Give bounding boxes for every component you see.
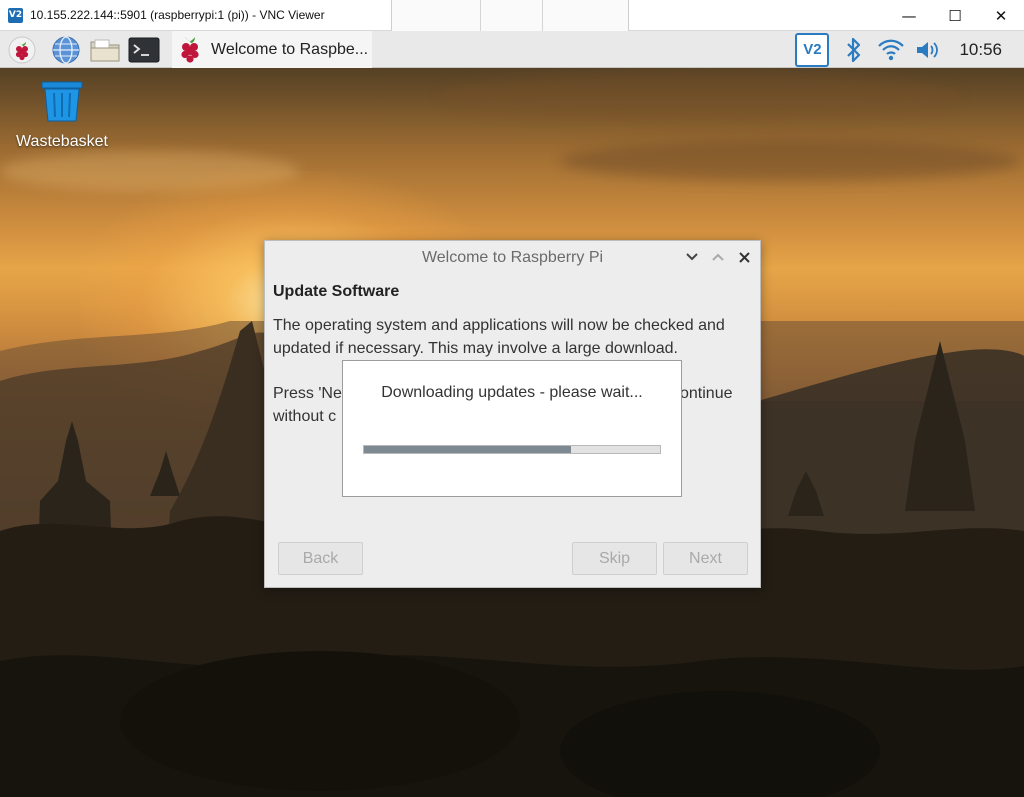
dialog-minimize-button[interactable] [683,248,701,266]
next-button[interactable]: Next [663,542,748,575]
minimize-button[interactable]: — [886,0,932,31]
dialog-paragraph-line: ontinue [680,385,733,402]
terminal-icon[interactable] [128,34,160,66]
bluetooth-icon[interactable] [845,37,863,63]
file-manager-icon[interactable] [89,34,121,66]
dialog-heading: Update Software [273,283,400,300]
vnc-window-title: 10.155.222.144::5901 (raspberrypi:1 (pi)… [30,8,325,22]
volume-icon[interactable] [915,39,941,61]
close-icon [738,251,750,263]
desktop-icon-label: Wastebasket [16,133,108,150]
cloud-shape [440,71,960,121]
vnc-app-icon: V2 [8,7,23,23]
wifi-icon[interactable] [877,38,905,62]
progress-bar [363,445,661,454]
window-controls: — ☐ ✕ [886,0,1024,31]
progress-popup: Downloading updates - please wait... [342,360,682,497]
dialog-paragraph-line: The operating system and applications wi… [273,317,725,334]
dialog-paragraph-line: without c [273,408,337,425]
vnc-server-icon[interactable]: V2 [795,32,830,67]
dialog-maximize-button[interactable] [709,248,727,266]
dialog-title: Welcome to Raspberry Pi [421,248,604,266]
web-browser-icon[interactable] [50,34,82,66]
progress-message: Downloading updates - please wait... [381,384,643,401]
skip-button[interactable]: Skip [572,542,657,575]
raspberry-task-icon [177,35,203,65]
system-tray: V2 10:56 [795,31,1024,68]
vnc-window-titlebar[interactable]: V2 10.155.222.144::5901 (raspberrypi:1 (… [0,0,1024,33]
clock[interactable]: 10:56 [959,40,1002,60]
dialog-titlebar[interactable]: Welcome to Raspberry Pi [265,241,760,274]
dialog-paragraph-line: Press 'Ne [273,385,342,402]
desktop-icon-wastebasket[interactable]: Wastebasket [10,79,114,151]
taskbar-task-label: Welcome to Raspbe... [211,40,369,58]
dialog-close-button[interactable] [735,248,753,266]
wastebasket-icon [39,79,85,123]
maximize-button[interactable]: ☐ [932,0,978,31]
cloud-shape [560,141,1020,181]
chevron-down-icon [686,253,698,261]
progress-bar-fill [364,446,572,453]
chevron-up-icon [712,253,724,261]
back-button[interactable]: Back [278,542,363,575]
raspberry-menu-icon[interactable] [6,34,38,66]
close-window-button[interactable]: ✕ [978,0,1024,31]
dialog-paragraph-line: updated if necessary. This may involve a… [273,340,678,357]
vnc-toolbar-tab[interactable] [391,0,629,33]
taskbar-task-welcome[interactable]: Welcome to Raspbe... [172,31,372,68]
taskbar: Welcome to Raspbe... V2 10:56 [0,31,1024,68]
